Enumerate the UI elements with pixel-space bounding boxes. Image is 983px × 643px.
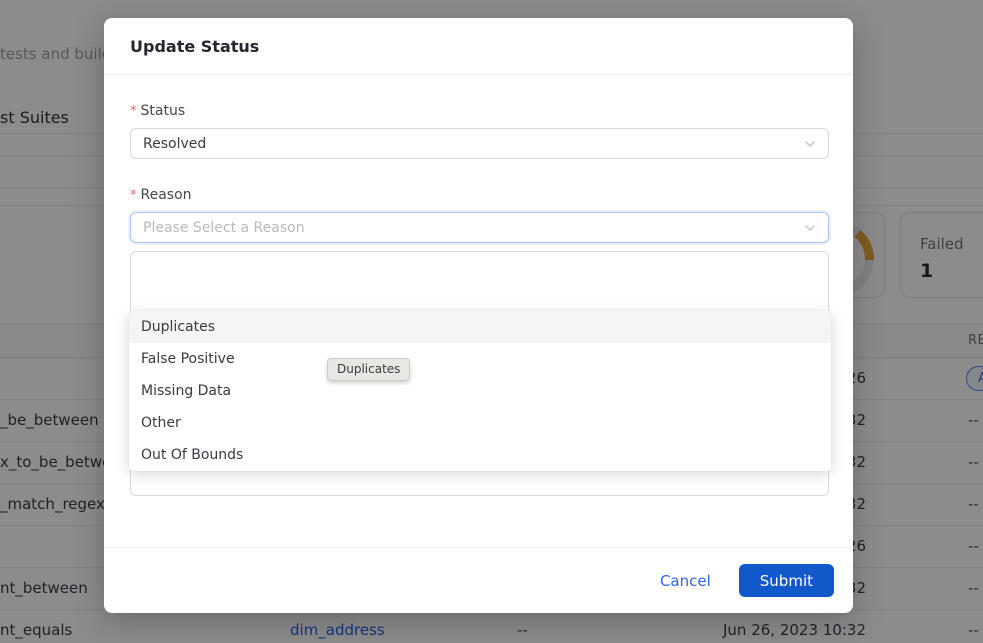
reason-select[interactable]: Please Select a Reason [130, 212, 829, 243]
reason-option-other[interactable]: Other [129, 407, 831, 439]
chevron-down-icon [804, 138, 816, 150]
cancel-button[interactable]: Cancel [660, 572, 711, 590]
modal-body: *Status Resolved *Reason Please Select a… [104, 75, 853, 547]
native-tooltip: Duplicates [327, 358, 410, 381]
reason-option-missing-data[interactable]: Missing Data [129, 375, 831, 407]
modal-footer: Cancel Submit [104, 547, 853, 613]
submit-button[interactable]: Submit [739, 564, 834, 597]
status-select-value: Resolved [143, 136, 804, 152]
modal-header: Update Status [104, 18, 853, 75]
reason-option-out-of-bounds[interactable]: Out Of Bounds [129, 439, 831, 471]
chevron-down-icon [804, 222, 816, 234]
reason-dropdown: Duplicates False Positive Missing Data O… [129, 311, 831, 471]
status-field-label: *Status [130, 103, 829, 119]
required-mark: * [130, 104, 137, 119]
reason-field-label: *Reason [130, 187, 829, 203]
reason-option-false-positive[interactable]: False Positive [129, 343, 831, 375]
required-mark: * [130, 188, 137, 203]
update-status-modal: Update Status *Status Resolved *Reason P… [104, 18, 853, 613]
reason-option-duplicates[interactable]: Duplicates [129, 311, 831, 343]
reason-select-placeholder: Please Select a Reason [143, 220, 804, 236]
status-select[interactable]: Resolved [130, 128, 829, 159]
modal-title: Update Status [130, 37, 827, 56]
